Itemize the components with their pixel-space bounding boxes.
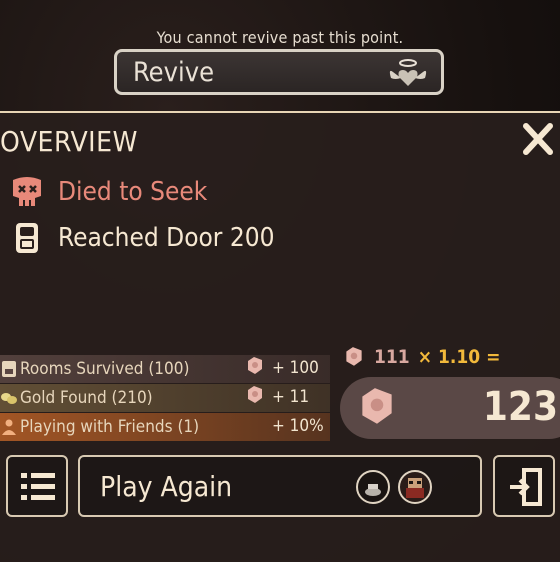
exit-button[interactable]	[493, 455, 555, 517]
revive-notice: You cannot revive past this point.	[156, 28, 404, 47]
death-cause-label: Died to Seek	[58, 177, 208, 207]
list-icon	[21, 473, 55, 500]
bonus-value: + 10%	[272, 416, 324, 436]
door-icon	[16, 223, 38, 253]
bonus-label: Rooms Survived (100)	[20, 359, 190, 379]
bonus-value: + 100	[272, 358, 319, 378]
knobs-multiplier: × 1.10 =	[417, 346, 501, 368]
knob-icon	[362, 388, 392, 424]
bonus-label: Gold Found (210)	[20, 388, 153, 408]
avatar	[398, 470, 432, 504]
knobs-total: 123	[482, 384, 558, 430]
friends-icon	[2, 419, 16, 435]
knobs-formula: 111 × 1.10 =	[342, 345, 500, 369]
knob-icon	[248, 357, 262, 374]
knob-icon	[346, 347, 362, 366]
close-icon[interactable]	[522, 120, 554, 158]
knobs-base: 111	[374, 346, 410, 368]
skull-icon	[13, 177, 41, 206]
door-reached-label: Reached Door 200	[58, 223, 275, 253]
play-again-label: Play Again	[100, 470, 233, 503]
menu-button[interactable]	[6, 455, 68, 517]
exit-door-icon	[510, 468, 542, 506]
door-reached-row: Reached Door 200	[10, 222, 274, 254]
avatar	[356, 470, 390, 504]
door-icon	[2, 361, 16, 377]
bonus-value: + 11	[272, 387, 310, 407]
bonus-label: Playing with Friends (1)	[20, 417, 200, 437]
avatar-image	[406, 478, 424, 498]
avatar-image	[365, 484, 381, 496]
winged-heart-icon	[389, 59, 427, 86]
death-cause-row: Died to Seek	[10, 176, 207, 208]
revive-button[interactable]: Revive	[114, 49, 444, 95]
revive-label: Revive	[133, 56, 215, 88]
knob-icon	[248, 386, 262, 403]
overview-title: OVERVIEW	[0, 125, 138, 158]
gold-icon	[1, 393, 17, 404]
